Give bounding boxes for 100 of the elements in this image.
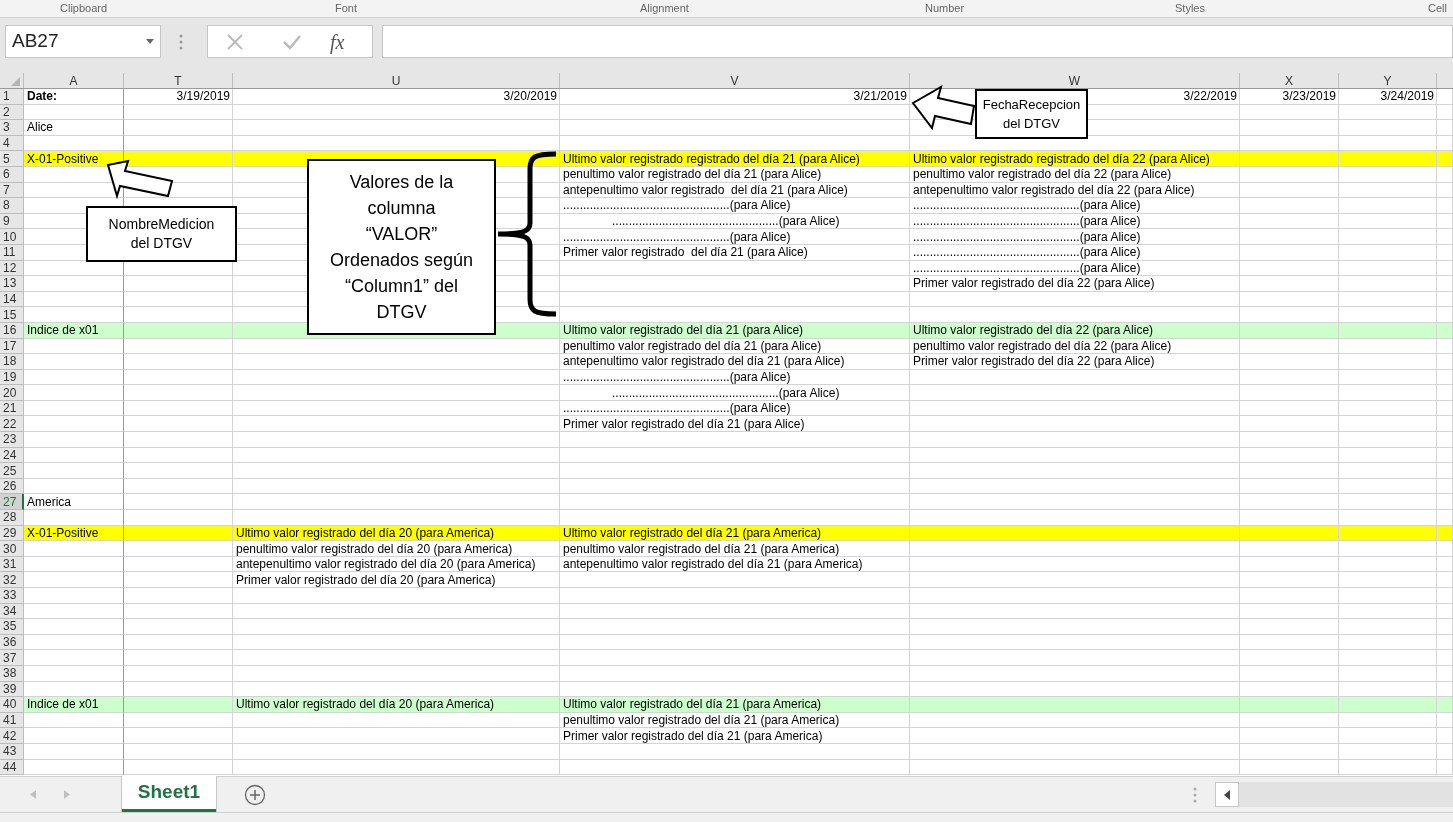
table-cell: Primer valor registrado del día 20 (para America) bbox=[233, 572, 560, 588]
table-cell bbox=[1437, 291, 1453, 308]
row-header[interactable]: 5 bbox=[0, 151, 24, 167]
scroll-right-icon[interactable] bbox=[64, 790, 70, 799]
row-header[interactable]: 30 bbox=[0, 541, 24, 557]
table-cell: 3/19/2019 bbox=[124, 89, 233, 105]
table-cell: Ultimo valor registrado registrado del día 22 (para Alice) bbox=[910, 151, 1240, 167]
table-cell: penultimo valor registrado del día 21 (para Alice) bbox=[560, 166, 910, 183]
ribbon-group-label: Font bbox=[335, 2, 357, 14]
column-header[interactable]: A bbox=[24, 73, 124, 88]
table-cell: antepenultimo valor registrado del día 22 (para Alice) bbox=[910, 182, 1240, 199]
table-cell bbox=[1437, 120, 1453, 136]
table-cell bbox=[1437, 494, 1453, 511]
table-cell: Indice de x01 bbox=[24, 322, 124, 339]
column-header[interactable]: T bbox=[124, 73, 233, 88]
column-header[interactable]: V bbox=[560, 73, 910, 88]
table-cell bbox=[1437, 416, 1453, 433]
row-header[interactable]: 27 bbox=[0, 494, 24, 511]
table-cell bbox=[1437, 603, 1453, 620]
row-header[interactable]: 3 bbox=[0, 120, 24, 136]
row-header[interactable]: 18 bbox=[0, 354, 24, 370]
row-header[interactable]: 15 bbox=[0, 307, 24, 323]
row-header[interactable]: 37 bbox=[0, 650, 24, 666]
cancel-icon[interactable] bbox=[226, 32, 244, 51]
table-cell bbox=[1437, 166, 1453, 183]
table-cell: ..................................................(para Alice) bbox=[910, 213, 1240, 230]
table-cell bbox=[1437, 182, 1453, 199]
table-cell: ..................................................(para Alice) bbox=[560, 198, 910, 214]
table-cell: Primer valor registrado del día 21 (para America) bbox=[560, 728, 910, 744]
insert-function-button[interactable]: fx bbox=[330, 31, 345, 52]
row-header[interactable]: 13 bbox=[0, 276, 24, 292]
table-cell bbox=[1437, 743, 1453, 760]
table-cell bbox=[1437, 588, 1453, 604]
table-cell bbox=[1437, 463, 1453, 479]
column-header[interactable]: Y bbox=[1339, 73, 1437, 88]
formula-input[interactable] bbox=[382, 25, 1453, 58]
table-cell: ..................................................(para Alice) bbox=[560, 229, 910, 245]
row-header[interactable]: 23 bbox=[0, 432, 24, 448]
table-cell: 3/21/2019 bbox=[560, 89, 910, 105]
table-cell bbox=[1437, 556, 1453, 573]
ribbon-group-label: Cell bbox=[1428, 2, 1447, 14]
table-cell: X-01-Positive bbox=[24, 525, 124, 542]
row-header[interactable]: 10 bbox=[0, 229, 24, 245]
table-cell bbox=[1437, 276, 1453, 292]
row-header[interactable]: 35 bbox=[0, 619, 24, 635]
table-cell: Primer valor registrado del día 22 (para Alice) bbox=[910, 354, 1240, 370]
ribbon-group-label: Number bbox=[925, 2, 965, 14]
scroll-left-icon[interactable] bbox=[1224, 789, 1230, 800]
ribbon-group-label: Clipboard bbox=[60, 2, 108, 14]
name-box[interactable]: AB27 bbox=[5, 25, 161, 58]
table-cell: Indice de x01 bbox=[24, 697, 124, 713]
row-header[interactable]: 33 bbox=[0, 588, 24, 604]
table-cell bbox=[1437, 213, 1453, 230]
table-cell: Primer valor registrado del día 21 (para Alice) bbox=[560, 416, 910, 433]
table-cell bbox=[1437, 634, 1453, 651]
table-cell bbox=[1437, 307, 1453, 323]
table-cell: antepenultimo valor registrado del día 20 (para America) bbox=[233, 556, 560, 573]
table-cell bbox=[1437, 541, 1453, 557]
table-cell bbox=[1437, 447, 1453, 464]
row-header[interactable]: 22 bbox=[0, 416, 24, 433]
table-cell: penultimo valor registrado del día 21 (para America) bbox=[560, 712, 910, 729]
row-header[interactable]: 42 bbox=[0, 728, 24, 744]
sheet-tab[interactable]: Sheet1 bbox=[122, 776, 216, 812]
table-cell bbox=[1437, 510, 1453, 526]
dropdown-caret-icon bbox=[146, 39, 154, 44]
grip-icon bbox=[1193, 786, 1197, 803]
table-cell bbox=[1437, 89, 1453, 105]
table-cell bbox=[1437, 712, 1453, 729]
row-header[interactable]: 1 bbox=[0, 89, 24, 105]
callout-box: Valores de la columna “VALOR” Ordenados según “Column1” del DTGV bbox=[307, 159, 496, 335]
table-cell: Ultimo valor registrado del día 21 (para Alice) bbox=[560, 322, 910, 339]
row-header[interactable]: 32 bbox=[0, 572, 24, 588]
select-all-icon[interactable] bbox=[11, 77, 20, 86]
table-cell: America bbox=[24, 494, 124, 511]
horizontal-scrollbar[interactable] bbox=[1215, 782, 1453, 807]
table-cell: ..................................................(para Alice) bbox=[560, 400, 910, 417]
table-cell bbox=[1437, 650, 1453, 666]
table-cell bbox=[1437, 338, 1453, 355]
table-cell bbox=[1437, 385, 1453, 401]
table-cell: Primer valor registrado del día 21 (para Alice) bbox=[560, 244, 910, 261]
row-header[interactable]: 28 bbox=[0, 510, 24, 526]
row-header[interactable]: 20 bbox=[0, 385, 24, 401]
row-header[interactable]: 25 bbox=[0, 463, 24, 479]
row-header[interactable]: 8 bbox=[0, 198, 24, 214]
table-cell: ..................................................(para Alice) bbox=[910, 229, 1240, 245]
table-cell: ..................................................(para Alice) bbox=[560, 213, 910, 230]
table-cell: Ultimo valor registrado del día 20 (para America) bbox=[233, 525, 560, 542]
check-icon[interactable] bbox=[282, 33, 302, 50]
table-cell: ..................................................(para Alice) bbox=[560, 369, 910, 386]
column-header[interactable]: X bbox=[1240, 73, 1339, 88]
table-cell bbox=[1437, 478, 1453, 495]
row-header[interactable]: 40 bbox=[0, 697, 24, 713]
ribbon-group-label: Styles bbox=[1175, 2, 1205, 14]
column-header[interactable]: U bbox=[233, 73, 560, 88]
table-cell bbox=[1437, 728, 1453, 744]
table-cell bbox=[1437, 619, 1453, 635]
table-cell bbox=[1437, 322, 1453, 339]
table-cell bbox=[1437, 260, 1453, 277]
add-sheet-icon[interactable] bbox=[244, 783, 266, 806]
table-cell bbox=[1437, 432, 1453, 448]
